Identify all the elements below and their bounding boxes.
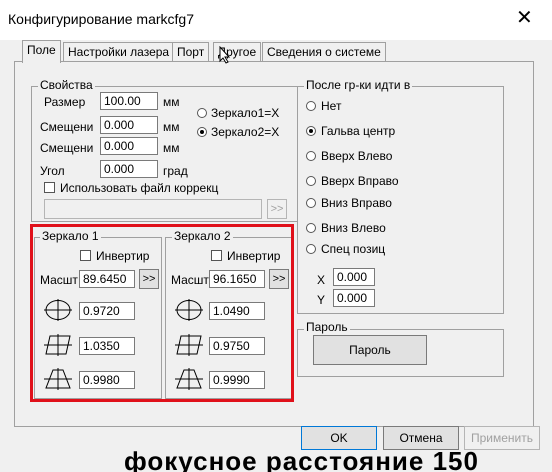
after-down-right-label: Вниз Вправо (321, 196, 392, 210)
after-down-left-radio[interactable] (306, 223, 316, 233)
password-title: Пароль (304, 320, 350, 334)
mirror2-x-label: Зеркало2=X (211, 125, 280, 139)
offset1-label: Смещени (40, 120, 94, 134)
x-label: X (317, 273, 326, 287)
offset1-unit: мм (163, 120, 180, 134)
after-down-right-radio[interactable] (306, 198, 316, 208)
mirror-highlight-box (30, 224, 294, 402)
size-label: Размер (44, 95, 86, 109)
offset1-input[interactable]: 0.000 (100, 116, 158, 134)
size-input[interactable]: 100.00 (100, 92, 158, 110)
after-up-left-label: Вверх Влево (321, 149, 393, 163)
use-correction-checkbox[interactable] (44, 182, 55, 193)
y-input[interactable]: 0.000 (333, 289, 375, 307)
close-icon[interactable]: ✕ (516, 8, 533, 28)
after-up-left-radio[interactable] (306, 151, 316, 161)
angle-unit: град (163, 164, 188, 178)
use-correction-label: Использовать файл коррекц (60, 181, 219, 195)
after-up-right-label: Вверх Вправо (321, 174, 399, 188)
correction-browse-button[interactable]: >> (267, 199, 287, 219)
after-down-left-label: Вниз Влево (321, 221, 386, 235)
tab-laser-settings[interactable]: Настройки лазера (63, 42, 175, 61)
properties-title: Свойства (38, 78, 95, 92)
tab-system-info[interactable]: Сведения о системе (262, 42, 386, 61)
after-special-pos-radio[interactable] (306, 244, 316, 254)
after-none-radio[interactable] (306, 101, 316, 111)
x-input[interactable]: 0.000 (333, 268, 375, 286)
mouse-cursor-icon (219, 45, 231, 67)
config-dialog: Конфигурирование markcfg7 ✕ Поле Настрой… (0, 0, 552, 472)
after-special-pos-label: Спец позиц (321, 242, 386, 256)
tab-port[interactable]: Порт (172, 42, 210, 61)
mirror1-x-radio[interactable] (197, 108, 207, 118)
offset2-unit: мм (163, 141, 180, 155)
after-none-label: Нет (321, 99, 342, 113)
after-galvo-center-label: Гальва центр (321, 124, 396, 138)
angle-input[interactable]: 0.000 (100, 160, 158, 178)
y-label: Y (317, 293, 326, 307)
password-button[interactable]: Пароль (313, 335, 427, 365)
angle-label: Угол (40, 164, 65, 178)
after-marking-title: После гр-ки идти в (304, 78, 413, 92)
mirror2-x-radio[interactable] (197, 127, 207, 137)
title-bar: Конфигурирование markcfg7 ✕ (0, 0, 552, 40)
after-up-right-radio[interactable] (306, 176, 316, 186)
mirror1-x-label: Зеркало1=X (211, 106, 280, 120)
tab-field[interactable]: Поле (22, 40, 61, 63)
size-unit: мм (163, 95, 180, 109)
correction-file-input[interactable] (44, 199, 262, 219)
window-title: Конфигурирование markcfg7 (8, 11, 195, 27)
offset2-input[interactable]: 0.000 (100, 137, 158, 155)
after-galvo-center-radio[interactable] (306, 126, 316, 136)
offset2-label: Смещени (40, 141, 94, 155)
video-caption: фокусное расстояние 150 (124, 446, 479, 472)
